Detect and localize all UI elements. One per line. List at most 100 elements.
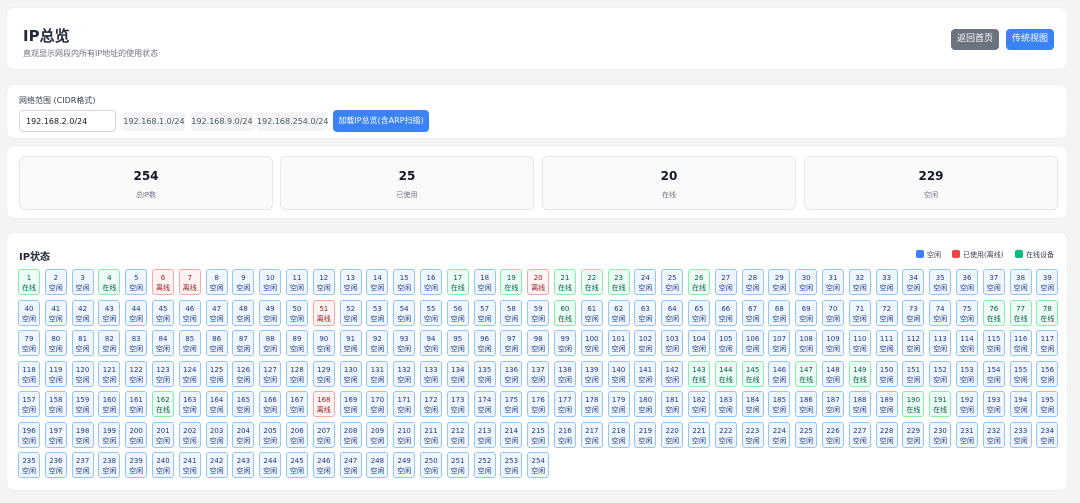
ip-cell-78[interactable]: 78 在线 [1036,299,1059,326]
ip-cell-40[interactable]: 40 空闲 [18,299,40,326]
ip-cell-147[interactable]: 147 在线 [795,360,818,387]
ip-cell-27[interactable]: 27 空闲 [714,269,737,295]
ip-cell-42[interactable]: 42 空闲 [71,299,94,326]
ip-cell-176[interactable]: 176 空闲 [527,391,550,417]
ip-cell-45[interactable]: 45 空闲 [152,299,174,326]
ip-cell-171[interactable]: 171 空闲 [393,391,416,417]
ip-cell-15[interactable]: 15 空闲 [393,269,416,295]
ip-cell-202[interactable]: 202 空闲 [178,421,201,448]
ip-cell-251[interactable]: 251 空闲 [446,452,469,478]
ip-cell-172[interactable]: 172 空闲 [420,391,442,417]
ip-cell-130[interactable]: 130 空闲 [339,360,362,387]
ip-cell-62[interactable]: 62 空闲 [607,299,630,326]
ip-cell-11[interactable]: 11 空闲 [286,269,308,295]
ip-cell-253[interactable]: 253 空闲 [500,452,523,478]
ip-cell-94[interactable]: 94 空闲 [420,330,442,356]
ip-cell-162[interactable]: 162 在线 [152,391,174,417]
preset-cidr-192-168-1[interactable]: 192.168.1.0/24 [123,112,185,131]
ip-cell-195[interactable]: 195 空闲 [1036,391,1059,417]
ip-cell-156[interactable]: 156 空闲 [1036,360,1059,387]
ip-cell-242[interactable]: 242 空闲 [205,452,228,478]
ip-cell-204[interactable]: 204 空闲 [232,421,255,448]
ip-cell-68[interactable]: 68 空闲 [768,299,791,326]
ip-cell-234[interactable]: 234 空闲 [1036,421,1059,448]
ip-cell-142[interactable]: 142 空闲 [661,360,684,387]
ip-cell-173[interactable]: 173 空闲 [446,391,469,417]
ip-cell-118[interactable]: 118 空闲 [18,360,40,387]
ip-cell-148[interactable]: 148 空闲 [822,360,844,387]
ip-cell-34[interactable]: 34 空闲 [902,269,925,295]
ip-cell-129[interactable]: 129 空闲 [312,360,335,387]
ip-cell-107[interactable]: 107 空闲 [768,330,791,356]
ip-cell-223[interactable]: 223 空闲 [741,421,764,448]
load-ip-overview-button[interactable]: 加载IP总览(含ARP扫描) [333,110,429,132]
ip-cell-199[interactable]: 199 空闲 [98,421,121,448]
ip-cell-151[interactable]: 151 空闲 [902,360,925,387]
ip-cell-121[interactable]: 121 空闲 [98,360,121,387]
ip-cell-192[interactable]: 192 空闲 [956,391,978,417]
ip-cell-179[interactable]: 179 空闲 [607,391,630,417]
ip-cell-233[interactable]: 233 空闲 [1009,421,1032,448]
ip-cell-70[interactable]: 70 空闲 [822,299,844,326]
ip-cell-73[interactable]: 73 空闲 [902,299,925,326]
ip-cell-56[interactable]: 56 空闲 [446,299,469,326]
ip-cell-175[interactable]: 175 空闲 [500,391,523,417]
ip-cell-33[interactable]: 33 空闲 [875,269,898,295]
ip-cell-67[interactable]: 67 空闲 [741,299,764,326]
ip-cell-198[interactable]: 198 空闲 [71,421,94,448]
ip-cell-214[interactable]: 214 空闲 [500,421,523,448]
ip-cell-9[interactable]: 9 空闲 [232,269,255,295]
ip-cell-150[interactable]: 150 空闲 [875,360,898,387]
ip-cell-187[interactable]: 187 空闲 [822,391,844,417]
ip-cell-177[interactable]: 177 空闲 [554,391,576,417]
ip-cell-213[interactable]: 213 空闲 [473,421,496,448]
ip-cell-226[interactable]: 226 空闲 [822,421,844,448]
ip-cell-201[interactable]: 201 空闲 [152,421,174,448]
ip-cell-63[interactable]: 63 空闲 [634,299,657,326]
ip-cell-16[interactable]: 16 空闲 [420,269,442,295]
ip-cell-203[interactable]: 203 空闲 [205,421,228,448]
ip-cell-224[interactable]: 224 空闲 [768,421,791,448]
ip-cell-46[interactable]: 46 空闲 [178,299,201,326]
ip-cell-39[interactable]: 39 空闲 [1036,269,1059,295]
ip-cell-85[interactable]: 85 空闲 [178,330,201,356]
ip-cell-161[interactable]: 161 空闲 [125,391,148,417]
ip-cell-225[interactable]: 225 空闲 [795,421,818,448]
ip-cell-8[interactable]: 8 空闲 [205,269,228,295]
preset-cidr-192-168-254[interactable]: 192.168.254.0/24 [257,112,328,131]
ip-cell-215[interactable]: 215 空闲 [527,421,550,448]
legacy-view-button[interactable]: 传统视图 [1006,29,1054,50]
ip-cell-60[interactable]: 60 在线 [554,299,576,326]
ip-cell-50[interactable]: 50 空闲 [286,299,308,326]
ip-cell-80[interactable]: 80 空闲 [44,330,67,356]
ip-cell-196[interactable]: 196 空闲 [18,421,40,448]
ip-cell-190[interactable]: 190 在线 [902,391,925,417]
ip-cell-153[interactable]: 153 空闲 [956,360,978,387]
ip-cell-247[interactable]: 247 空闲 [339,452,362,478]
ip-cell-244[interactable]: 244 空闲 [259,452,282,478]
ip-cell-149[interactable]: 149 在线 [848,360,871,387]
ip-cell-168[interactable]: 168 离线 [312,391,335,417]
ip-cell-180[interactable]: 180 空闲 [634,391,657,417]
ip-cell-5[interactable]: 5 空闲 [125,269,148,295]
ip-cell-240[interactable]: 240 空闲 [152,452,174,478]
preset-cidr-192-168-9[interactable]: 192.168.9.0/24 [191,112,253,131]
ip-cell-77[interactable]: 77 在线 [1009,299,1032,326]
ip-cell-243[interactable]: 243 空闲 [232,452,255,478]
ip-cell-99[interactable]: 99 空闲 [554,330,576,356]
ip-cell-18[interactable]: 18 空闲 [473,269,496,295]
ip-cell-125[interactable]: 125 空闲 [205,360,228,387]
ip-cell-91[interactable]: 91 空闲 [339,330,362,356]
ip-cell-29[interactable]: 29 空闲 [768,269,791,295]
ip-cell-89[interactable]: 89 空闲 [286,330,308,356]
ip-cell-119[interactable]: 119 空闲 [44,360,67,387]
ip-cell-109[interactable]: 109 空闲 [822,330,844,356]
ip-cell-86[interactable]: 86 空闲 [205,330,228,356]
ip-cell-217[interactable]: 217 空闲 [580,421,603,448]
ip-cell-88[interactable]: 88 空闲 [259,330,282,356]
ip-cell-159[interactable]: 159 空闲 [71,391,94,417]
ip-cell-254[interactable]: 254 空闲 [527,452,550,478]
ip-cell-127[interactable]: 127 空闲 [259,360,282,387]
ip-cell-144[interactable]: 144 在线 [714,360,737,387]
ip-cell-117[interactable]: 117 空闲 [1036,330,1059,356]
